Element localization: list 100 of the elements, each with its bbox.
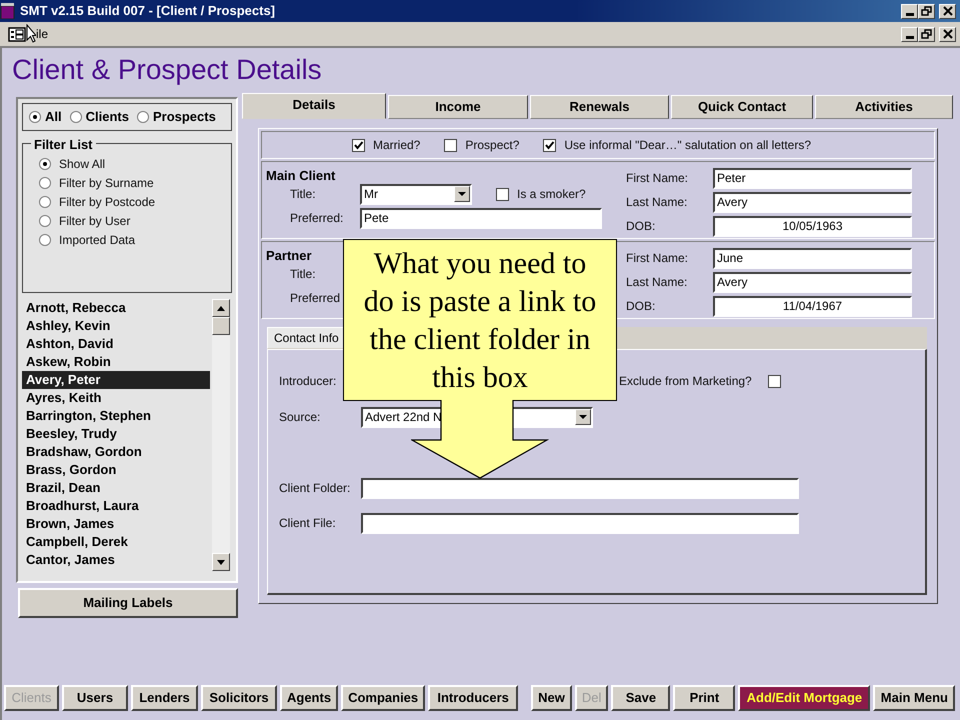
caret-icon bbox=[579, 414, 587, 420]
toolbar-button[interactable]: Agents bbox=[280, 685, 338, 711]
tab[interactable]: Quick Contact bbox=[671, 95, 813, 119]
client-list-item[interactable]: Bradshaw, Gordon bbox=[22, 443, 210, 461]
radio-button[interactable] bbox=[39, 158, 51, 170]
client-list-item[interactable]: Cantor, James bbox=[22, 551, 210, 569]
field-label: Last Name: bbox=[626, 194, 688, 211]
radio-button[interactable] bbox=[39, 234, 51, 246]
client-list-item[interactable]: Brass, Gordon bbox=[22, 461, 210, 479]
app-icon bbox=[0, 3, 16, 19]
text-field[interactable]: Avery bbox=[713, 272, 912, 292]
field-label: Introducer: bbox=[279, 373, 338, 390]
up-arrow-icon bbox=[217, 306, 225, 310]
restore-icon bbox=[920, 5, 933, 17]
dropdown-button[interactable] bbox=[575, 409, 591, 425]
tab[interactable]: Renewals bbox=[530, 95, 669, 119]
client-list-item[interactable]: Askew, Robin bbox=[22, 353, 210, 371]
text-field[interactable]: 11/04/1967 bbox=[713, 296, 912, 316]
toolbar-button[interactable]: Add/Edit Mortgage bbox=[738, 685, 870, 711]
client-list-item[interactable]: Ashton, David bbox=[22, 335, 210, 353]
radio-button[interactable] bbox=[39, 214, 51, 226]
field-label: Preferred: bbox=[289, 210, 344, 227]
checkbox[interactable] bbox=[543, 138, 556, 152]
preferred-name-field[interactable]: Pete bbox=[360, 208, 602, 228]
scrollbar[interactable] bbox=[212, 299, 230, 571]
checkbox-label: Use informal "Dear…" salutation on all letters? bbox=[564, 137, 812, 154]
client-list-item[interactable]: Arnott, Rebecca bbox=[22, 299, 210, 317]
checkbox[interactable] bbox=[496, 188, 509, 200]
toolbar-button[interactable]: Main Menu bbox=[873, 685, 956, 711]
checkbox-label: Is a smoker? bbox=[517, 186, 586, 203]
field-label: Client Folder: bbox=[279, 480, 352, 497]
toolbar-button[interactable]: Introducers bbox=[428, 685, 518, 711]
toolbar-button[interactable]: New bbox=[531, 685, 572, 711]
text-field[interactable]: 10/05/1963 bbox=[713, 216, 912, 236]
checkbox[interactable] bbox=[352, 138, 365, 152]
text-field[interactable]: Peter bbox=[713, 168, 912, 188]
minimize-button[interactable] bbox=[901, 26, 918, 42]
radio-label: Filter by Postcode bbox=[59, 194, 156, 210]
field-label: Last Name: bbox=[626, 274, 688, 291]
form-icon bbox=[8, 26, 26, 42]
radio-button[interactable] bbox=[136, 111, 149, 123]
restore-button[interactable] bbox=[918, 26, 935, 42]
radio-button[interactable] bbox=[29, 111, 41, 123]
restore-icon bbox=[920, 28, 933, 40]
toolbar-button[interactable]: Solicitors bbox=[201, 685, 277, 711]
client-list-item[interactable]: Campbell, Derek bbox=[22, 533, 210, 551]
toolbar-button[interactable]: Save bbox=[611, 685, 670, 711]
title-dropdown[interactable]: Mr bbox=[360, 184, 472, 204]
field-label: DOB: bbox=[626, 298, 656, 315]
client-list-item[interactable]: Broadhurst, Laura bbox=[22, 497, 210, 515]
radio-label: All bbox=[45, 108, 62, 126]
toolbar-button[interactable]: Lenders bbox=[131, 685, 198, 711]
scroll-down-button[interactable] bbox=[212, 553, 230, 571]
dropdown-button[interactable] bbox=[454, 186, 470, 202]
text-field[interactable]: June bbox=[713, 248, 912, 268]
close-button[interactable] bbox=[939, 4, 956, 18]
page-heading: Client & Prospect Details bbox=[11, 53, 323, 87]
scroll-up-button[interactable] bbox=[212, 299, 230, 317]
section-heading: Main Client bbox=[266, 168, 336, 183]
scroll-thumb[interactable] bbox=[212, 317, 230, 335]
toolbar-button[interactable]: Companies bbox=[341, 685, 426, 711]
close-icon bbox=[941, 28, 954, 40]
down-arrow-icon bbox=[217, 560, 225, 564]
tab[interactable]: Income bbox=[388, 95, 528, 119]
window-title: SMT v2.15 Build 007 - [Client / Prospects] bbox=[20, 2, 276, 20]
client-folder-field[interactable] bbox=[361, 478, 799, 498]
radio-label: Filter by Surname bbox=[59, 174, 154, 192]
toolbar-button[interactable]: Print bbox=[673, 685, 736, 711]
client-list-item[interactable]: Barrington, Stephen bbox=[22, 407, 210, 425]
mailing-labels-button[interactable]: Mailing Labels bbox=[18, 588, 238, 618]
radio-label: Prospects bbox=[152, 108, 216, 126]
callout: What you need to do is paste a link to the client folder in this box bbox=[343, 239, 617, 401]
radio-button[interactable] bbox=[70, 111, 82, 123]
client-list-item[interactable]: Brown, James bbox=[22, 515, 210, 533]
field-label: Client File: bbox=[279, 515, 337, 532]
client-list-item[interactable]: Ayres, Keith bbox=[22, 389, 210, 407]
toolbar-button[interactable]: Users bbox=[62, 685, 128, 711]
checkbox[interactable] bbox=[768, 374, 781, 388]
menu-item[interactable]: ile bbox=[36, 25, 48, 43]
text-field[interactable]: Avery bbox=[713, 192, 912, 212]
minimize-button[interactable] bbox=[901, 4, 918, 18]
restore-button[interactable] bbox=[918, 4, 935, 18]
client-list-item[interactable]: Brazil, Dean bbox=[22, 479, 210, 497]
checkbox[interactable] bbox=[444, 138, 458, 152]
tab[interactable]: Details bbox=[242, 93, 386, 119]
field-label: First Name: bbox=[626, 170, 690, 187]
checkbox-label: Exclude from Marketing? bbox=[619, 373, 752, 390]
tab[interactable]: Activities bbox=[815, 95, 953, 119]
client-list-item[interactable]: Beesley, Trudy bbox=[22, 425, 210, 443]
cursor-icon bbox=[26, 24, 36, 44]
close-button[interactable] bbox=[939, 26, 956, 42]
field-label: Title: bbox=[289, 186, 317, 203]
close-icon bbox=[941, 5, 954, 17]
radio-label: Imported Data bbox=[59, 232, 136, 248]
minimize-icon bbox=[906, 36, 914, 39]
client-file-field[interactable] bbox=[361, 512, 799, 534]
radio-button[interactable] bbox=[39, 196, 51, 208]
client-list-item[interactable]: Ashley, Kevin bbox=[22, 317, 210, 335]
client-list-item[interactable]: Avery, Peter bbox=[22, 371, 210, 389]
radio-button[interactable] bbox=[39, 176, 51, 188]
